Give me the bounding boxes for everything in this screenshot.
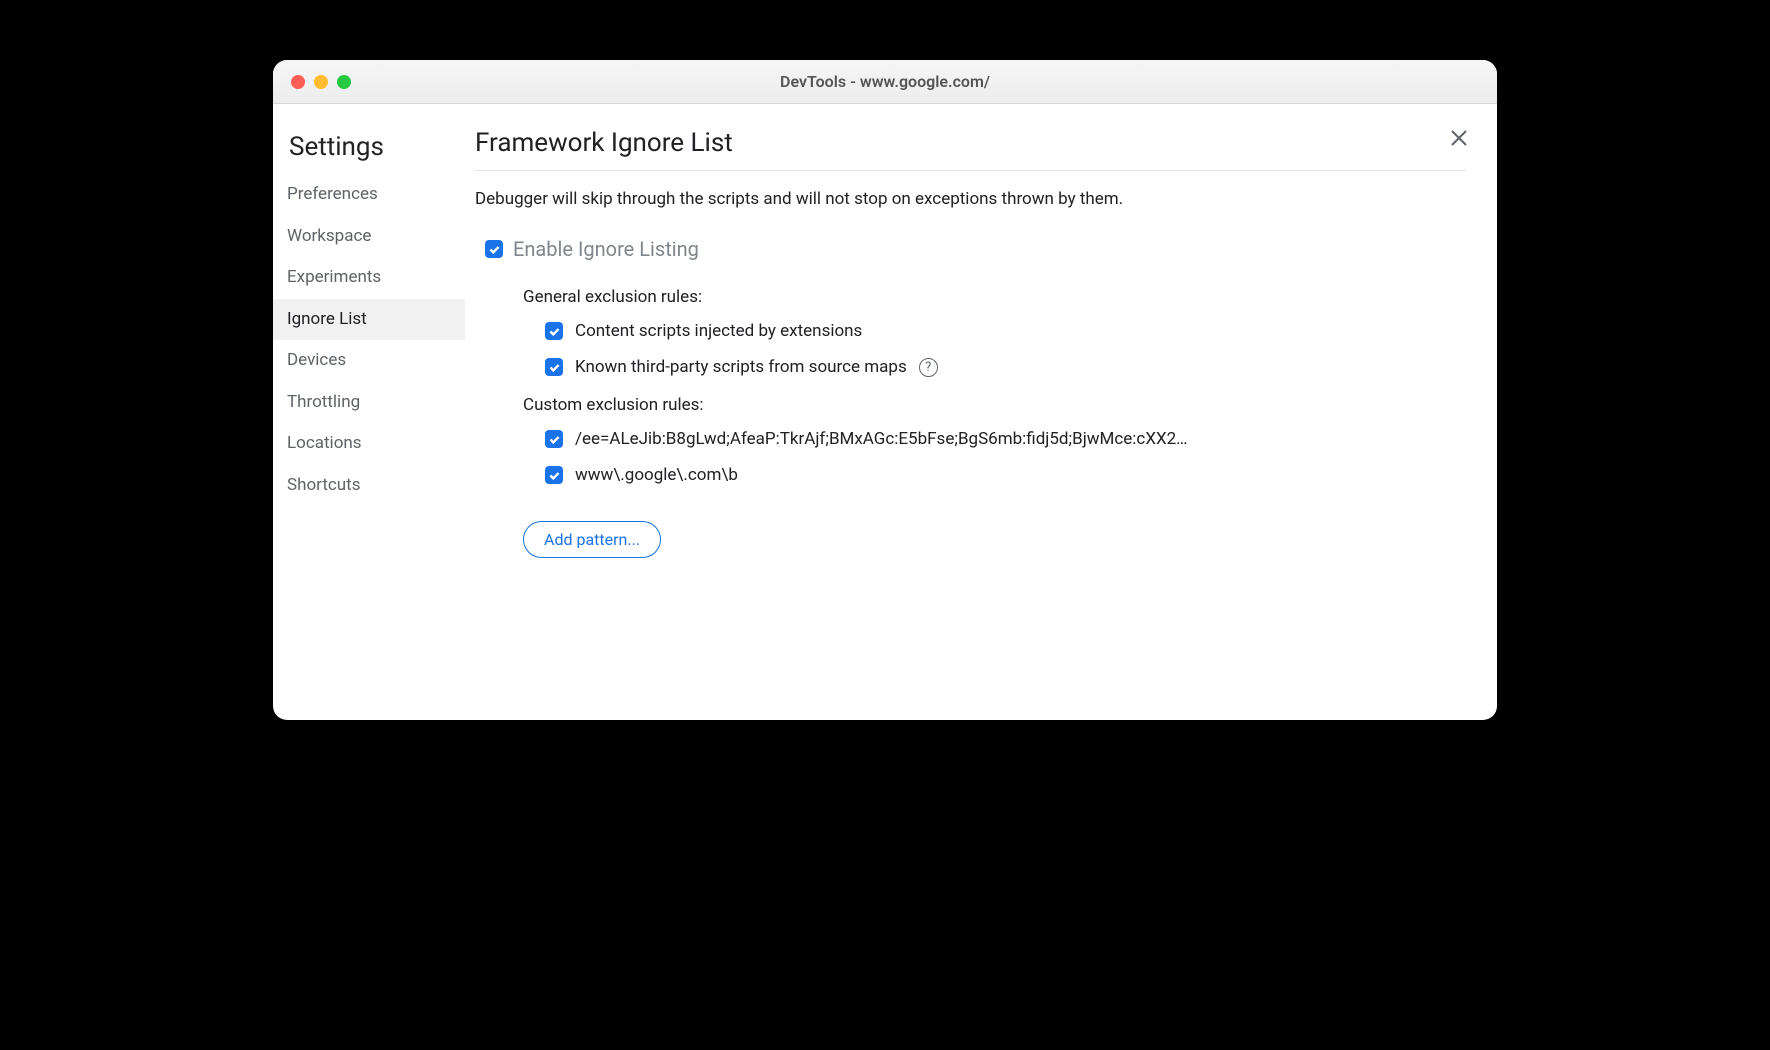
general-rule-content-scripts-label: Content scripts injected by extensions — [575, 321, 862, 341]
general-exclusion-title: General exclusion rules: — [523, 287, 1467, 307]
close-window-icon[interactable] — [291, 75, 305, 89]
sidebar-item-preferences[interactable]: Preferences — [273, 174, 465, 216]
general-rule-content-scripts: Content scripts injected by extensions — [545, 321, 1467, 341]
general-rule-third-party-checkbox[interactable] — [545, 358, 563, 376]
page-description: Debugger will skip through the scripts a… — [475, 189, 1467, 209]
close-icon[interactable] — [1447, 126, 1471, 150]
general-rule-third-party-label: Known third-party scripts from source ma… — [575, 357, 907, 377]
custom-rule-0-label[interactable]: /ee=ALeJib:B8gLwd;AfeaP:TkrAjf;BMxAGc:E5… — [575, 429, 1188, 449]
sidebar-item-locations[interactable]: Locations — [273, 423, 465, 465]
custom-rule-1: www\.google\.com\b — [545, 465, 1467, 485]
sidebar-item-ignore-list[interactable]: Ignore List — [273, 299, 465, 341]
custom-rule-0-checkbox[interactable] — [545, 430, 563, 448]
custom-rule-0: /ee=ALeJib:B8gLwd;AfeaP:TkrAjf;BMxAGc:E5… — [545, 429, 1467, 449]
main-panel: Framework Ignore List Debugger will skip… — [465, 104, 1497, 720]
titlebar: DevTools - www.google.com/ — [273, 60, 1497, 104]
sidebar-item-workspace[interactable]: Workspace — [273, 216, 465, 258]
help-icon[interactable]: ? — [919, 358, 938, 377]
custom-rule-1-label[interactable]: www\.google\.com\b — [575, 465, 738, 485]
sidebar-title: Settings — [273, 128, 465, 174]
enable-ignore-listing-label: Enable Ignore Listing — [513, 237, 699, 261]
sidebar-item-throttling[interactable]: Throttling — [273, 382, 465, 424]
traffic-lights — [291, 75, 351, 89]
custom-exclusion-section: Custom exclusion rules: /ee=ALeJib:B8gLw… — [523, 395, 1467, 558]
add-pattern-button[interactable]: Add pattern... — [523, 521, 661, 558]
window-title: DevTools - www.google.com/ — [273, 72, 1497, 91]
sidebar-item-devices[interactable]: Devices — [273, 340, 465, 382]
custom-rule-1-checkbox[interactable] — [545, 466, 563, 484]
sidebar-item-shortcuts[interactable]: Shortcuts — [273, 465, 465, 507]
zoom-window-icon[interactable] — [337, 75, 351, 89]
sidebar: Settings Preferences Workspace Experimen… — [273, 104, 465, 720]
page-title: Framework Ignore List — [475, 128, 1467, 171]
enable-ignore-listing-checkbox[interactable] — [485, 240, 503, 258]
general-exclusion-section: General exclusion rules: Content scripts… — [523, 287, 1467, 377]
enable-ignore-listing-row: Enable Ignore Listing — [485, 237, 1467, 261]
content: Settings Preferences Workspace Experimen… — [273, 104, 1497, 720]
general-rule-content-scripts-checkbox[interactable] — [545, 322, 563, 340]
devtools-window: DevTools - www.google.com/ Settings Pref… — [273, 60, 1497, 720]
general-rule-third-party: Known third-party scripts from source ma… — [545, 357, 1467, 377]
minimize-window-icon[interactable] — [314, 75, 328, 89]
custom-exclusion-title: Custom exclusion rules: — [523, 395, 1467, 415]
sidebar-item-experiments[interactable]: Experiments — [273, 257, 465, 299]
